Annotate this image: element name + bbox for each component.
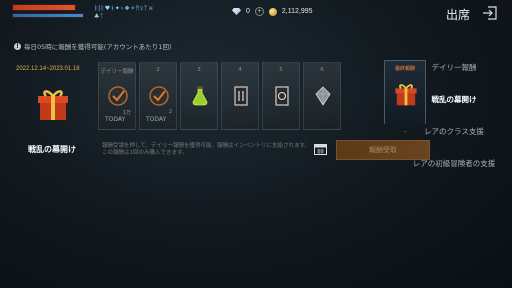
reward-slot-4[interactable]: 4: [221, 62, 259, 130]
checkmark-icon: [108, 86, 128, 106]
slot-label: デイリー報酬: [100, 69, 134, 75]
reward-slot-5[interactable]: 5: [262, 62, 300, 130]
hp-bar: [12, 4, 76, 11]
info-icon: !: [14, 42, 21, 50]
mp-bar: [12, 13, 84, 18]
checkmark-icon: [149, 86, 169, 106]
add-gems-button[interactable]: +: [254, 7, 264, 16]
reward-slot-2[interactable]: 2 2 TODAY: [139, 62, 177, 130]
gem-count: 0: [246, 8, 250, 15]
slot-label: 2: [156, 67, 160, 73]
potion-icon: [192, 86, 208, 106]
gold-count: 2,112,995: [281, 8, 313, 15]
notice-text: 毎日05時に報酬を獲得可能(アカウントあたり1回): [24, 43, 172, 51]
slot-today: TODAY: [105, 116, 126, 123]
buff-row: ♣ᛏ: [94, 13, 104, 20]
reward-slot-1[interactable]: デイリー報酬 1万 TODAY: [98, 62, 136, 130]
slot-quantity: 1万: [122, 110, 131, 116]
slot-label: 3: [197, 67, 201, 73]
calendar-icon[interactable]: [314, 143, 327, 155]
slot-label: 5: [279, 67, 283, 73]
menu-item-war-dawn[interactable]: 戦乱の幕開け: [412, 84, 496, 116]
gift-box-icon: [38, 90, 68, 120]
card-icon: [234, 86, 248, 106]
reward-slots: デイリー報酬 1万 TODAY 2 2 TODAY 3 4 5 6: [98, 62, 341, 130]
currency-bar: 0 + 2,112,995: [232, 7, 313, 16]
notice: ! 毎日05時に報酬を獲得可能(アカウントあたり1回): [14, 41, 171, 51]
slot-label: 6: [320, 67, 324, 73]
crystal-icon: [315, 86, 331, 106]
menu-item-daily-reward[interactable]: デイリー報酬: [412, 52, 496, 84]
reward-slot-6[interactable]: 6: [303, 62, 341, 130]
buff-icons: ᛒ|ᚱ♥ᚼ✦ᛃ❖✧ᛗᛟᛉ⚔ ♣ᛏ: [94, 5, 154, 20]
page-title: 出席: [445, 8, 470, 22]
gem-icon: [232, 8, 241, 15]
slot-quantity: 2: [168, 109, 172, 115]
menu-item-beginner-support[interactable]: レアの初級冒険者の支援: [412, 148, 496, 180]
event-name: 戦乱の幕開け: [28, 145, 76, 154]
gold-coin-icon: [268, 7, 277, 16]
menu-item-class-support[interactable]: レアのクラス支援: [412, 116, 496, 148]
event-description: 報酬受領を押して、デイリー報酬を獲得可能。報酬はインベントリに支給されます。この…: [102, 143, 311, 156]
slot-label: 4: [238, 67, 242, 73]
status-bars: [12, 4, 92, 18]
exit-icon[interactable]: [482, 6, 498, 20]
event-date-range: 2022.12.14~2023.01.18: [16, 66, 80, 72]
buff-row: ᛒ|ᚱ♥ᚼ✦ᛃ❖✧ᛗᛟᛉ⚔: [94, 5, 154, 12]
reward-slot-3[interactable]: 3: [180, 62, 218, 130]
card-icon: [275, 86, 289, 106]
slot-today: TODAY: [146, 116, 167, 123]
event-menu: デイリー報酬 戦乱の幕開け レアのクラス支援 レアの初級冒険者の支援: [412, 52, 496, 180]
